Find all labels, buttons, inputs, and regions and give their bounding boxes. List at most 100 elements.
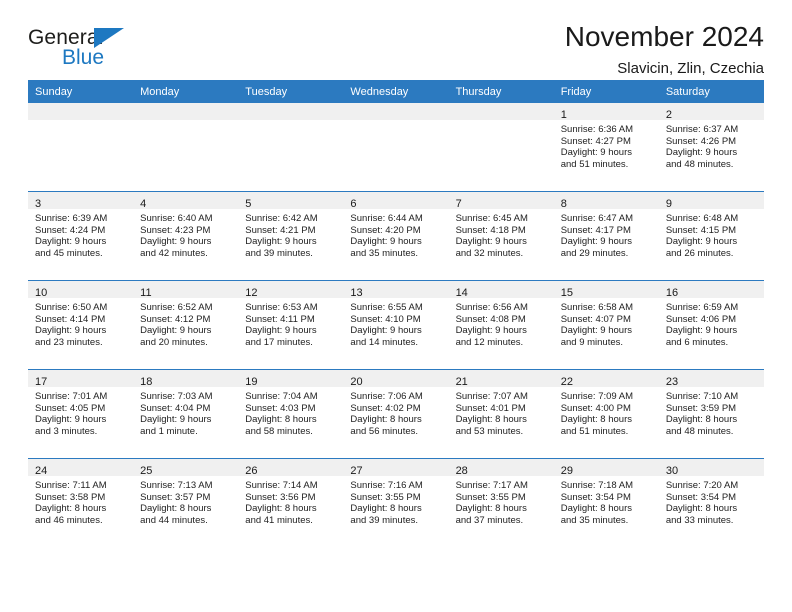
day-cell-content: 22 Sunrise: 7:09 AM Sunset: 4:00 PM Dayligh… — [553, 370, 659, 458]
calendar-day-cell[interactable]: 11 Sunrise: 6:52 AM Sunset: 4:12 PM Dayligh… — [133, 280, 239, 370]
daylight-duration-line2: and 6 minutes. — [665, 337, 729, 349]
calendar-day-cell[interactable]: 13 Sunrise: 6:55 AM Sunset: 4:10 PM Dayligh… — [343, 280, 449, 370]
calendar-day-cell[interactable]: 26 Sunrise: 7:14 AM Sunset: 3:56 PM Dayligh… — [238, 458, 344, 547]
general-blue-logo[interactable]: General Blue — [28, 26, 148, 72]
calendar-day-cell[interactable] — [133, 103, 239, 192]
day-cell-content: 3 Sunrise: 6:39 AM Sunset: 4:24 PM Daylight… — [28, 192, 134, 280]
day-sun-info: Sunrise: 6:36 AM Sunset: 4:27 PM Daylight:… — [554, 120, 659, 171]
calendar-day-cell[interactable] — [343, 103, 449, 192]
calendar-day-cell[interactable]: 17 Sunrise: 7:01 AM Sunset: 4:05 PM Dayligh… — [28, 369, 134, 459]
daylight-duration-line1: Daylight: 9 hours — [455, 236, 527, 248]
day-sun-info: Sunrise: 7:06 AM Sunset: 4:02 PM Daylight:… — [343, 387, 448, 438]
calendar-day-cell[interactable]: 7 Sunrise: 6:45 AM Sunset: 4:18 PM Daylight… — [448, 191, 554, 281]
calendar-day-cell[interactable] — [448, 103, 554, 192]
day-cell-content: 4 Sunrise: 6:40 AM Sunset: 4:23 PM Daylight… — [133, 192, 239, 280]
calendar-day-cell[interactable]: 6 Sunrise: 6:44 AM Sunset: 4:20 PM Daylight… — [343, 191, 449, 281]
day-number-strip: 17 — [28, 370, 134, 388]
day-sun-info: Sunrise: 6:47 AM Sunset: 4:17 PM Daylight:… — [554, 209, 659, 260]
sunset-time: Sunset: 3:57 PM — [140, 491, 211, 503]
daylight-duration-line2: and 48 minutes. — [665, 426, 734, 438]
calendar-day-cell[interactable]: 8 Sunrise: 6:47 AM Sunset: 4:17 PM Daylight… — [553, 191, 659, 281]
sunrise-time: Sunrise: 6:36 AM — [560, 124, 634, 135]
day-sun-info: Sunrise: 7:11 AM Sunset: 3:58 PM Daylight:… — [28, 476, 133, 527]
day-number-strip: 25 — [133, 459, 239, 477]
calendar-day-cell[interactable]: 16 Sunrise: 6:59 AM Sunset: 4:06 PM Dayligh… — [658, 280, 764, 370]
calendar-day-cell[interactable]: 2 Sunrise: 6:37 AM Sunset: 4:26 PM Daylight… — [658, 103, 764, 192]
sunrise-time: Sunrise: 7:17 AM — [455, 480, 528, 491]
calendar-day-cell[interactable]: 12 Sunrise: 6:53 AM Sunset: 4:11 PM Dayligh… — [238, 280, 344, 370]
day-number: 14 — [455, 287, 468, 299]
day-number-strip: 19 — [238, 370, 344, 388]
daylight-duration-line2: and 35 minutes. — [560, 515, 629, 527]
daylight-duration-line2: and 33 minutes. — [665, 515, 734, 527]
calendar-day-cell[interactable]: 9 Sunrise: 6:48 AM Sunset: 4:15 PM Daylight… — [658, 191, 764, 281]
day-number-strip — [133, 103, 239, 120]
daylight-duration-line2: and 58 minutes. — [245, 426, 313, 438]
calendar-day-cell[interactable]: 22 Sunrise: 7:09 AM Sunset: 4:00 PM Dayligh… — [553, 369, 659, 459]
day-number-strip: 3 — [28, 192, 134, 210]
day-sun-info: Sunrise: 6:40 AM Sunset: 4:23 PM Daylight:… — [133, 209, 238, 260]
day-cell-content: 9 Sunrise: 6:48 AM Sunset: 4:15 PM Daylight… — [658, 192, 764, 280]
sunset-time: Sunset: 4:14 PM — [35, 313, 106, 325]
calendar-day-cell[interactable]: 19 Sunrise: 7:04 AM Sunset: 4:03 PM Dayligh… — [238, 369, 344, 459]
daylight-duration-line2: and 48 minutes. — [665, 159, 734, 171]
day-cell-content: 23 Sunrise: 7:10 AM Sunset: 3:59 PM Dayligh… — [658, 370, 764, 458]
weekday-header-monday: Monday — [133, 80, 239, 103]
daylight-duration-line1: Daylight: 9 hours — [140, 236, 212, 248]
daylight-duration-line1: Daylight: 9 hours — [560, 236, 632, 248]
calendar-day-cell[interactable]: 14 Sunrise: 6:56 AM Sunset: 4:08 PM Dayligh… — [448, 280, 554, 370]
day-sun-info: Sunrise: 7:17 AM Sunset: 3:55 PM Daylight:… — [449, 476, 554, 527]
day-number: 12 — [245, 287, 258, 299]
daylight-duration-line2: and 39 minutes. — [245, 248, 313, 260]
calendar-day-cell[interactable]: 10 Sunrise: 6:50 AM Sunset: 4:14 PM Dayligh… — [28, 280, 134, 370]
day-cell-content: 1 Sunrise: 6:36 AM Sunset: 4:27 PM Daylight… — [553, 103, 659, 191]
daylight-duration-line1: Daylight: 9 hours — [665, 236, 738, 248]
calendar-day-cell[interactable]: 28 Sunrise: 7:17 AM Sunset: 3:55 PM Dayligh… — [448, 458, 554, 547]
daylight-duration-line2: and 32 minutes. — [455, 248, 524, 260]
calendar-day-cell[interactable]: 25 Sunrise: 7:13 AM Sunset: 3:57 PM Dayligh… — [133, 458, 239, 547]
daylight-duration-line1: Daylight: 9 hours — [350, 325, 422, 337]
calendar-day-cell[interactable]: 23 Sunrise: 7:10 AM Sunset: 3:59 PM Dayligh… — [658, 369, 764, 459]
calendar-day-cell[interactable]: 21 Sunrise: 7:07 AM Sunset: 4:01 PM Dayligh… — [448, 369, 554, 459]
calendar-week-row: 1 Sunrise: 6:36 AM Sunset: 4:27 PM Daylight… — [28, 103, 764, 192]
sunset-time: Sunset: 3:56 PM — [245, 491, 316, 503]
day-cell-content: 19 Sunrise: 7:04 AM Sunset: 4:03 PM Dayligh… — [238, 370, 344, 458]
calendar-day-cell[interactable]: 30 Sunrise: 7:20 AM Sunset: 3:54 PM Dayligh… — [658, 458, 764, 547]
sunset-time: Sunset: 4:03 PM — [245, 402, 316, 414]
sunrise-time: Sunrise: 6:47 AM — [560, 213, 634, 224]
calendar-day-cell[interactable]: 3 Sunrise: 6:39 AM Sunset: 4:24 PM Daylight… — [28, 191, 134, 281]
day-sun-info: Sunrise: 7:20 AM Sunset: 3:54 PM Daylight:… — [659, 476, 764, 527]
calendar-day-cell[interactable]: 18 Sunrise: 7:03 AM Sunset: 4:04 PM Dayligh… — [133, 369, 239, 459]
calendar-day-cell[interactable]: 24 Sunrise: 7:11 AM Sunset: 3:58 PM Dayligh… — [28, 458, 134, 547]
calendar-day-cell[interactable]: 20 Sunrise: 7:06 AM Sunset: 4:02 PM Dayligh… — [343, 369, 449, 459]
calendar-day-cell[interactable]: 27 Sunrise: 7:16 AM Sunset: 3:55 PM Dayligh… — [343, 458, 449, 547]
day-number-strip: 21 — [448, 370, 554, 388]
calendar-day-cell[interactable] — [28, 103, 134, 192]
calendar-day-cell[interactable]: 15 Sunrise: 6:58 AM Sunset: 4:07 PM Dayligh… — [553, 280, 659, 370]
day-number-strip: 1 — [553, 103, 659, 121]
calendar-day-cell[interactable] — [238, 103, 344, 192]
sunrise-time: Sunrise: 7:16 AM — [350, 480, 423, 491]
calendar-day-cell[interactable]: 4 Sunrise: 6:40 AM Sunset: 4:23 PM Daylight… — [133, 191, 239, 281]
daylight-duration-line2: and 37 minutes. — [455, 515, 524, 527]
day-number-strip — [448, 103, 554, 120]
weekday-header-sunday: Sunday — [28, 80, 134, 103]
daylight-duration-line2: and 56 minutes. — [350, 426, 419, 438]
daylight-duration-line1: Daylight: 9 hours — [560, 147, 632, 159]
calendar-week-row: 10 Sunrise: 6:50 AM Sunset: 4:14 PM Dayligh… — [28, 280, 764, 370]
sunrise-time: Sunrise: 6:56 AM — [455, 302, 528, 313]
calendar-day-cell[interactable]: 29 Sunrise: 7:18 AM Sunset: 3:54 PM Dayligh… — [553, 458, 659, 547]
calendar-body: 1 Sunrise: 6:36 AM Sunset: 4:27 PM Daylight… — [28, 103, 764, 547]
day-number: 5 — [245, 198, 252, 210]
sunset-time: Sunset: 4:24 PM — [35, 224, 106, 236]
day-sun-info: Sunrise: 7:13 AM Sunset: 3:57 PM Daylight:… — [133, 476, 238, 527]
sunset-time: Sunset: 3:54 PM — [665, 491, 737, 503]
day-cell-content: 24 Sunrise: 7:11 AM Sunset: 3:58 PM Dayligh… — [28, 459, 134, 547]
sunset-time: Sunset: 3:55 PM — [350, 491, 421, 503]
sunset-time: Sunset: 4:00 PM — [560, 402, 631, 414]
calendar-day-cell[interactable]: 1 Sunrise: 6:36 AM Sunset: 4:27 PM Daylight… — [553, 103, 659, 192]
day-number-strip — [238, 103, 344, 120]
day-sun-info: Sunrise: 6:37 AM Sunset: 4:26 PM Daylight:… — [659, 120, 764, 171]
day-sun-info: Sunrise: 6:50 AM Sunset: 4:14 PM Daylight:… — [28, 298, 133, 349]
calendar-day-cell[interactable]: 5 Sunrise: 6:42 AM Sunset: 4:21 PM Daylight… — [238, 191, 344, 281]
